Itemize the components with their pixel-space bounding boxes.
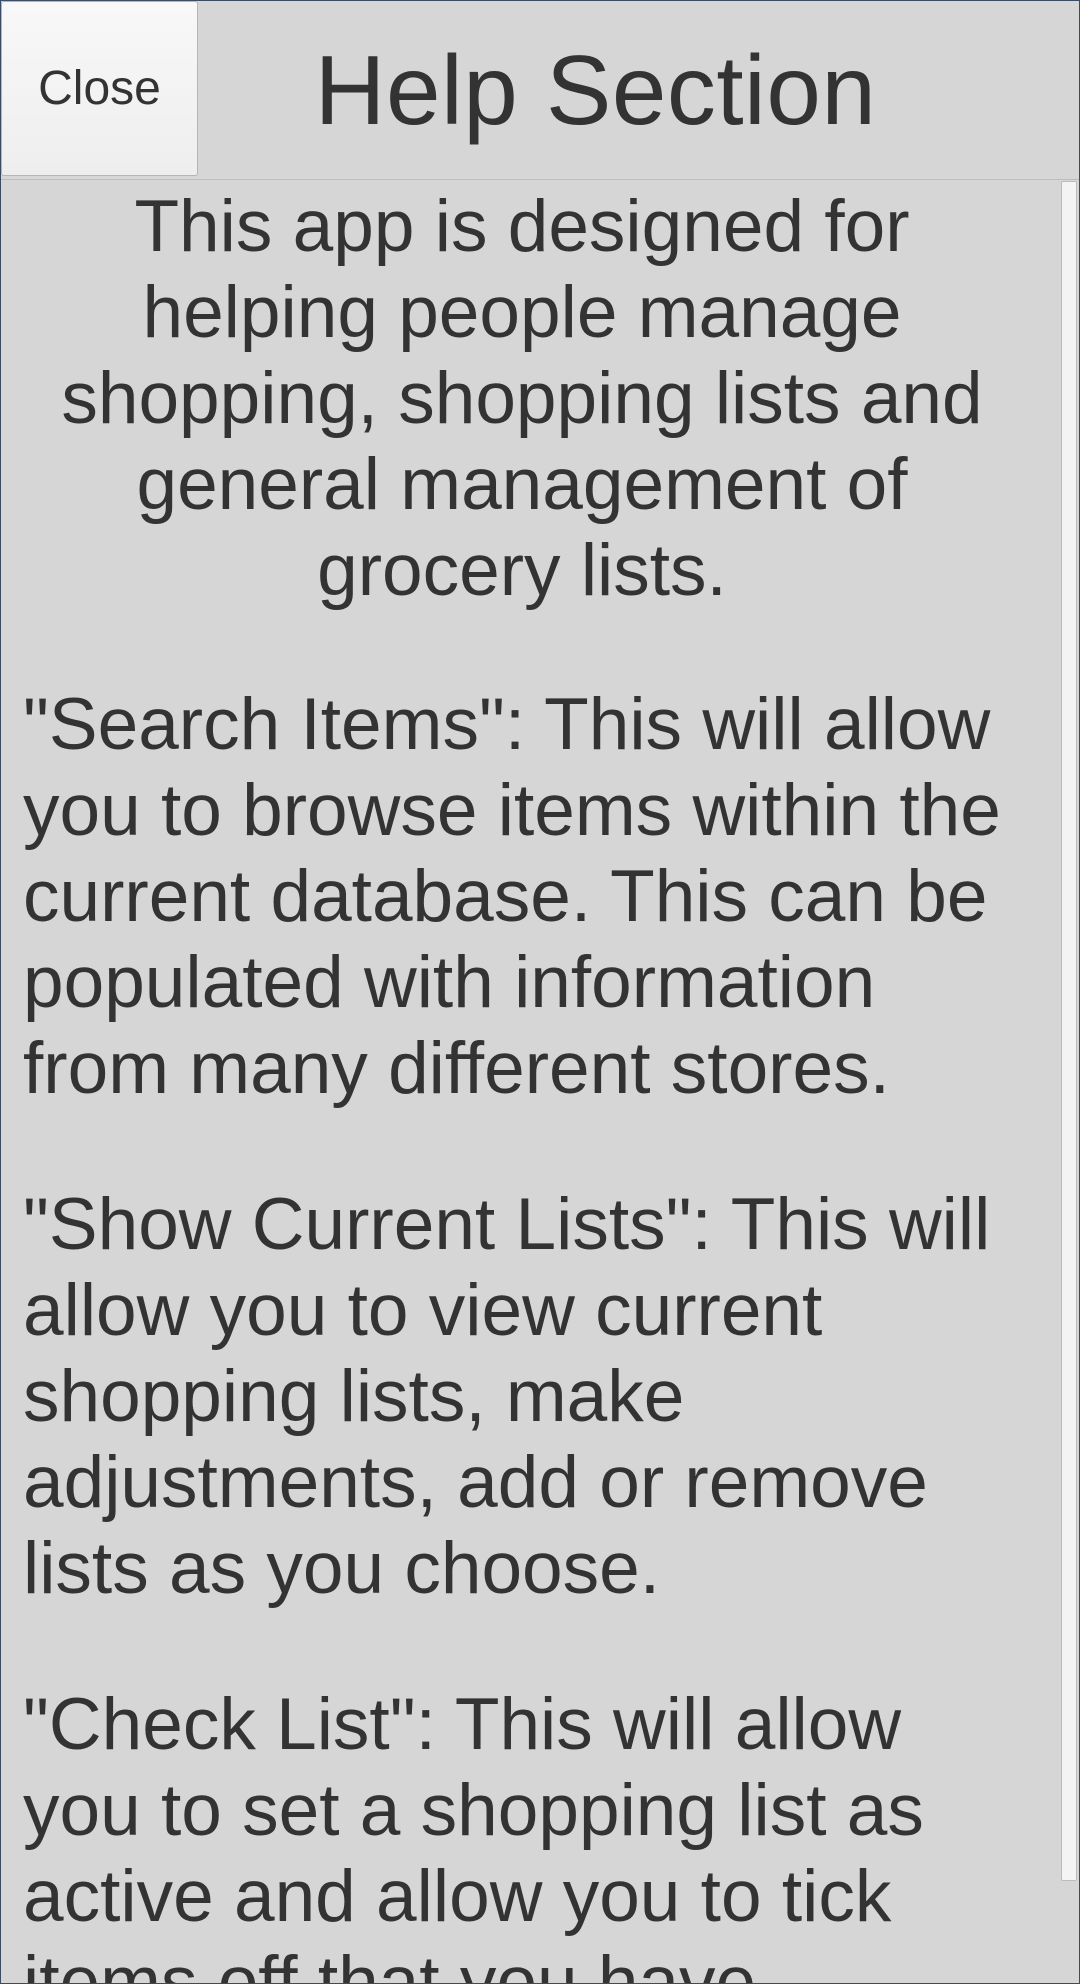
check-list-help: "Check List": This will allow you to set… <box>23 1684 924 1983</box>
page-title: Help Section <box>314 34 877 145</box>
help-content[interactable]: This app is designed for helping people … <box>1 180 1059 1983</box>
vertical-scrollbar[interactable] <box>1061 181 1077 1881</box>
intro-text: This app is designed for helping people … <box>61 186 983 611</box>
header-bar: Close Help Section <box>1 1 1079 180</box>
close-button[interactable]: Close <box>1 1 198 176</box>
help-screen: Close Help Section This app is designed … <box>1 1 1079 1983</box>
search-items-help: "Search Items": This will allow you to b… <box>23 684 1001 1109</box>
show-current-lists-help: "Show Current Lists": This will allow yo… <box>23 1184 991 1609</box>
